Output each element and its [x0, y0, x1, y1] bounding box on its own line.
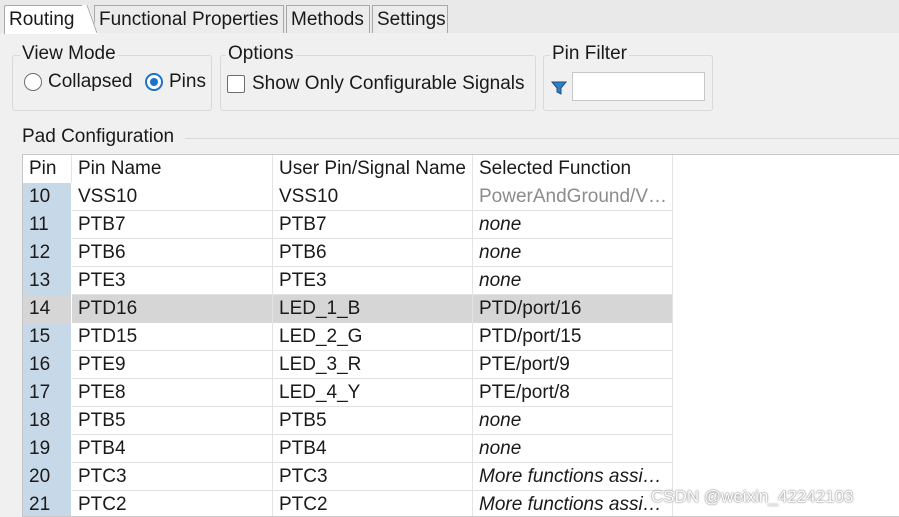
cell-selected-function[interactable]: More functions assi… [473, 463, 673, 491]
cell-selected-function[interactable]: PTE/port/8 [473, 379, 673, 407]
table-row[interactable]: 14 PTD16 LED_1_B PTD/port/16 [23, 295, 673, 323]
funnel-icon [551, 81, 567, 95]
column-header-selected-function[interactable]: Selected Function [473, 155, 673, 183]
cell-selected-function[interactable]: none [473, 211, 673, 239]
cell-user-name[interactable]: PTC3 [273, 463, 473, 491]
cell-selected-function[interactable]: none [473, 435, 673, 463]
table-row[interactable]: 10 VSS10 VSS10 PowerAndGround/V… [23, 183, 673, 211]
radio-pins-label: Pins [169, 71, 206, 92]
column-header-pin-name[interactable]: Pin Name [72, 155, 273, 183]
cell-pin-name: PTC3 [72, 463, 273, 491]
cell-pin: 15 [23, 323, 72, 351]
cell-selected-function[interactable]: PTE/port/9 [473, 351, 673, 379]
column-header-pin[interactable]: Pin [23, 155, 72, 183]
cell-pin-name: PTD16 [72, 295, 273, 323]
cell-selected-function[interactable]: PTD/port/15 [473, 323, 673, 351]
cell-pin-name: PTE8 [72, 379, 273, 407]
table-row[interactable]: 13 PTE3 PTE3 none [23, 267, 673, 295]
pad-configuration-title: Pad Configuration [20, 126, 177, 148]
cell-pin: 14 [23, 295, 72, 323]
cell-user-name[interactable]: LED_3_R [273, 351, 473, 379]
table-row[interactable]: 18 PTB5 PTB5 none [23, 407, 673, 435]
cell-pin-name: PTC2 [72, 491, 273, 516]
tab-routing[interactable]: Routing [4, 5, 87, 34]
cell-user-name[interactable]: LED_4_Y [273, 379, 473, 407]
cell-selected-function[interactable]: none [473, 267, 673, 295]
cell-pin: 10 [23, 183, 72, 211]
cell-user-name[interactable]: PTB6 [273, 239, 473, 267]
pad-configuration-table: Pin Pin Name User Pin/Signal Name Select… [22, 154, 899, 517]
cell-user-name[interactable]: LED_1_B [273, 295, 473, 323]
tab-settings[interactable]: Settings [372, 5, 448, 33]
checkbox-unchecked-icon [227, 75, 245, 93]
cell-pin-name: PTB5 [72, 407, 273, 435]
radio-pins[interactable]: Pins [145, 71, 206, 93]
tab-edge-decoration [82, 5, 98, 34]
radio-collapsed[interactable]: Collapsed [24, 71, 133, 93]
cell-pin-name: PTB7 [72, 211, 273, 239]
cell-pin-name: PTE9 [72, 351, 273, 379]
tab-methods[interactable]: Methods [286, 5, 370, 33]
table-row[interactable]: 11 PTB7 PTB7 none [23, 211, 673, 239]
pin-filter-title: Pin Filter [550, 43, 629, 65]
table-row[interactable]: 19 PTB4 PTB4 none [23, 435, 673, 463]
cell-user-name[interactable]: PTE3 [273, 267, 473, 295]
radio-collapsed-label: Collapsed [48, 71, 133, 92]
table-row[interactable]: 17 PTE8 LED_4_Y PTE/port/8 [23, 379, 673, 407]
show-configurable-checkbox[interactable]: Show Only Configurable Signals [227, 73, 525, 95]
table-header: Pin Pin Name User Pin/Signal Name Select… [23, 155, 673, 183]
column-header-user-name[interactable]: User Pin/Signal Name [273, 155, 473, 183]
show-configurable-label: Show Only Configurable Signals [252, 73, 525, 94]
table-row[interactable]: 15 PTD15 LED_2_G PTD/port/15 [23, 323, 673, 351]
cell-pin-name: PTB4 [72, 435, 273, 463]
cell-pin: 21 [23, 491, 72, 516]
section-divider [185, 138, 899, 139]
cell-pin-name: PTD15 [72, 323, 273, 351]
cell-pin: 20 [23, 463, 72, 491]
cell-pin: 19 [23, 435, 72, 463]
table-row[interactable]: 12 PTB6 PTB6 none [23, 239, 673, 267]
cell-pin: 11 [23, 211, 72, 239]
cell-selected-function[interactable]: More functions assi… [473, 491, 673, 516]
radio-unchecked-icon [24, 73, 42, 91]
cell-user-name[interactable]: PTB5 [273, 407, 473, 435]
radio-checked-icon [145, 73, 163, 91]
cell-user-name[interactable]: PTB7 [273, 211, 473, 239]
cell-user-name[interactable]: LED_2_G [273, 323, 473, 351]
cell-pin: 17 [23, 379, 72, 407]
view-mode-title: View Mode [20, 43, 118, 65]
table-row[interactable]: 16 PTE9 LED_3_R PTE/port/9 [23, 351, 673, 379]
cell-pin-name: PTE3 [72, 267, 273, 295]
cell-pin: 16 [23, 351, 72, 379]
cell-user-name[interactable]: VSS10 [273, 183, 473, 211]
watermark: CSDN @weixin_42242103 [651, 487, 854, 506]
cell-pin-name: PTB6 [72, 239, 273, 267]
cell-selected-function[interactable]: none [473, 407, 673, 435]
cell-selected-function[interactable]: none [473, 239, 673, 267]
cell-pin-name: VSS10 [72, 183, 273, 211]
cell-user-name[interactable]: PTB4 [273, 435, 473, 463]
routing-panel: View Mode Collapsed Pins Options Show On… [0, 33, 899, 517]
cell-pin: 12 [23, 239, 72, 267]
pin-filter-input[interactable] [572, 72, 705, 101]
cell-selected-function[interactable]: PowerAndGround/V… [473, 183, 673, 211]
cell-pin: 13 [23, 267, 72, 295]
table-row[interactable]: 21 PTC2 PTC2 More functions assi… [23, 491, 673, 516]
options-title: Options [226, 43, 296, 65]
table-row[interactable]: 20 PTC3 PTC3 More functions assi… [23, 463, 673, 491]
tab-bar: Routing Functional Properties Methods Se… [0, 0, 899, 34]
cell-pin: 18 [23, 407, 72, 435]
cell-selected-function[interactable]: PTD/port/16 [473, 295, 673, 323]
tab-functional-properties[interactable]: Functional Properties [94, 5, 284, 33]
cell-user-name[interactable]: PTC2 [273, 491, 473, 516]
